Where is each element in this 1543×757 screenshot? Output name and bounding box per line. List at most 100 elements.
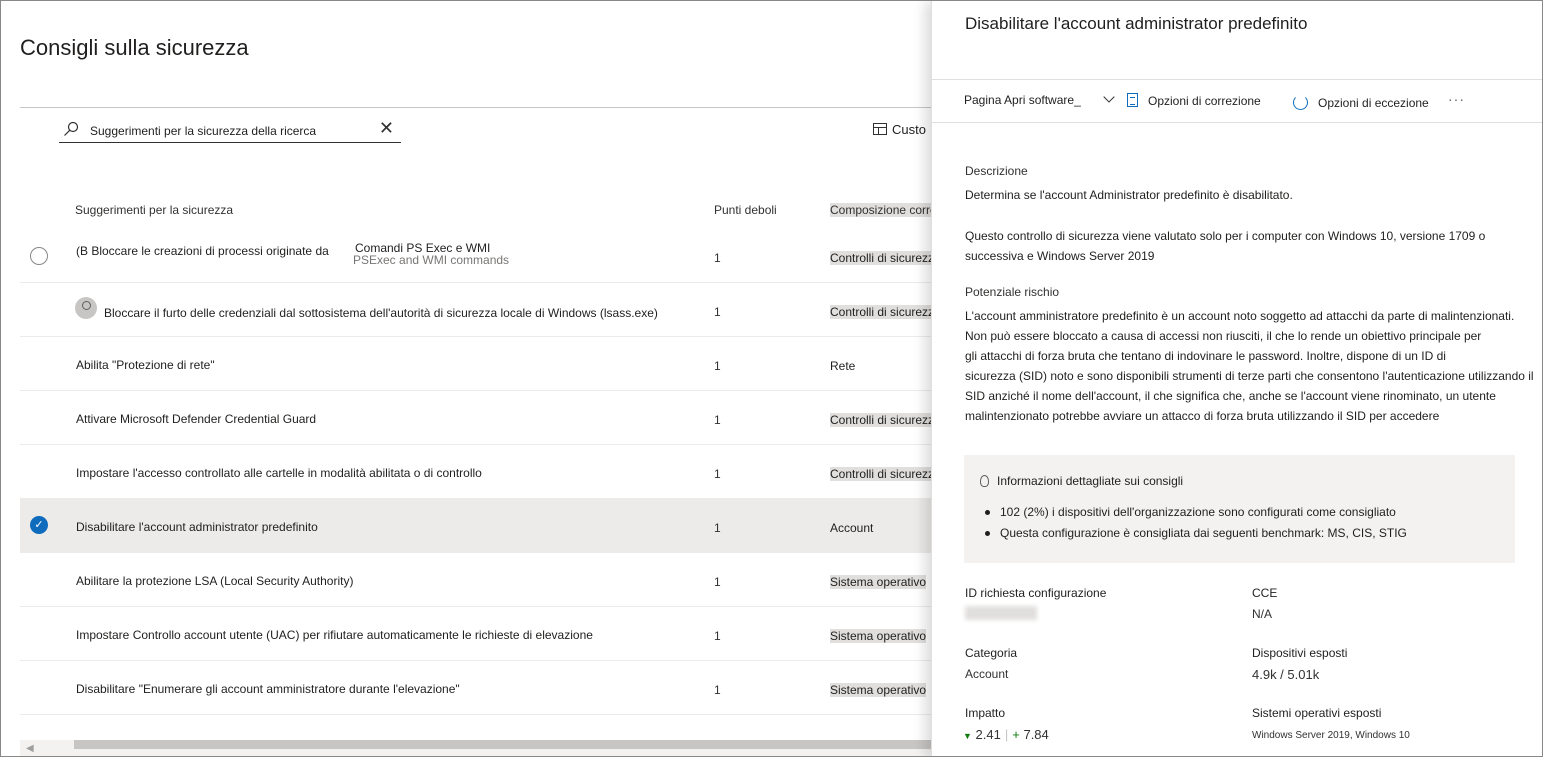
decrease-arrow-icon: ▼ [963, 731, 972, 741]
divider [20, 107, 940, 108]
row-weak: 1 [714, 305, 721, 319]
exposed-devices-value: 4.9k / 5.01k [1252, 667, 1320, 682]
row-weak: 1 [714, 467, 721, 481]
row-composition: Sistema operativo [830, 575, 927, 589]
row-composition: Controlli di sicurezza [830, 251, 941, 265]
user-avatar-icon [75, 297, 97, 319]
checkmark-icon[interactable]: ✓ [30, 516, 48, 534]
table-row[interactable]: Abilita "Protezione di rete" 1 Rete [20, 337, 940, 391]
insights-card: Informazioni dettagliate sui consigli 10… [964, 455, 1515, 563]
divider [932, 79, 1542, 80]
cce-label: CCE [1252, 586, 1278, 600]
category-label: Categoria [965, 646, 1018, 660]
risk-text: sicurezza (SID) noto e sono disponibili … [965, 369, 1534, 383]
list-item: 102 (2%) i dispositivi dell'organizzazio… [984, 502, 1407, 523]
exception-options-button[interactable]: Opzioni di eccezione [1293, 95, 1429, 110]
table-row[interactable]: Attivare Microsoft Defender Credential G… [20, 391, 949, 445]
table-row[interactable]: (B Bloccare le creazioni di processi ori… [20, 229, 941, 283]
underscore: _ [1074, 93, 1081, 107]
row-name: Impostare Controllo account utente (UAC)… [76, 628, 593, 642]
page-title: Consigli sulla sicurezza [20, 35, 249, 60]
table-row[interactable]: Bloccare il furto delle credenziali dal … [20, 283, 941, 337]
insights-heading: Informazioni dettagliate sui consigli [980, 474, 1183, 488]
search-icon [64, 121, 79, 136]
more-options-icon[interactable]: ··· [1448, 91, 1465, 107]
risk-text: gli attacchi di forza bruta che tentano … [965, 349, 1446, 363]
row-composition: Rete [830, 359, 856, 373]
horizontal-scrollbar[interactable]: ◀ [20, 740, 940, 756]
description-text: successiva e Windows Server 2019 [965, 249, 1155, 263]
row-name: Bloccare il furto delle credenziali dal … [104, 306, 658, 320]
row-name: Disabilitare l'account administrator pre… [76, 520, 318, 534]
row-name: Abilitare la protezione LSA (Local Secur… [76, 574, 354, 588]
insights-list: 102 (2%) i dispositivi dell'organizzazio… [984, 502, 1407, 544]
column-header-name[interactable]: Suggerimenti per la sicurezza [75, 203, 233, 217]
chevron-down-icon [1103, 91, 1115, 103]
separator: | [1004, 727, 1009, 742]
row-composition: Sistema operativo [830, 683, 927, 697]
exception-label: Opzioni di eccezione [1318, 96, 1429, 110]
search-input[interactable]: Suggerimenti per la sicurezza della rice… [59, 118, 401, 143]
search-value[interactable]: Suggerimenti per la sicurezza della rice… [90, 124, 316, 138]
list-item: Questa configurazione è consigliata dai … [984, 523, 1407, 544]
customize-label: Custo [892, 122, 926, 137]
row-weak: 1 [714, 413, 721, 427]
table-row[interactable]: Disabilitare "Enumerare gli account ammi… [20, 661, 940, 715]
risk-text: malintenzionato potrebbe avviare un atta… [965, 409, 1440, 423]
row-ghost-label: PSExec and WMI commands [353, 253, 510, 267]
columns-icon [873, 123, 887, 135]
row-weak: 1 [714, 359, 721, 373]
exposed-os-label: Sistemi operativi esposti [1252, 706, 1382, 720]
software-page-label: Pagina Apri software [964, 93, 1075, 107]
row-name: (B Bloccare le creazioni di processi ori… [76, 244, 329, 258]
remediation-options-button[interactable]: Opzioni di correzione [1127, 93, 1261, 108]
table-row[interactable]: Abilitare la protezione LSA (Local Secur… [20, 553, 940, 607]
row-name: Attivare Microsoft Defender Credential G… [76, 412, 317, 426]
table-row[interactable]: Impostare Controllo account utente (UAC)… [20, 607, 940, 661]
table-row-selected[interactable]: ✓ Disabilitare l'account administrator p… [20, 499, 940, 553]
row-weak: 1 [714, 521, 721, 535]
panel-title: Disabilitare l'account administrator pre… [965, 14, 1308, 33]
description-text: Questo controllo di sicurezza viene valu… [965, 229, 1486, 243]
row-weak: 1 [714, 683, 721, 697]
software-page-dropdown[interactable]: Pagina Apri software_ [964, 91, 1115, 107]
plus-icon: + [1012, 727, 1020, 742]
row-name: Impostare l'accesso controllato alle car… [76, 466, 482, 480]
impact-value: ▼ 2.41 | + 7.84 [963, 727, 1049, 742]
row-composition: Controlli di sicurezza [830, 305, 941, 319]
row-select-radio[interactable] [30, 247, 48, 265]
row-weak: 1 [714, 629, 721, 643]
details-panel: Disabilitare l'account administrator pre… [931, 1, 1542, 756]
row-composition: Sistema operativo [830, 629, 927, 643]
exposed-os-value: Windows Server 2019, Windows 10 [1252, 730, 1410, 741]
risk-text: L'account amministratore predefinito è u… [965, 309, 1515, 323]
row-composition: Account [830, 521, 874, 535]
table-row[interactable]: Impostare l'accesso controllato alle car… [20, 445, 949, 499]
lightbulb-icon [980, 475, 989, 487]
row-name: Disabilitare "Enumerare gli account ammi… [76, 682, 460, 696]
risk-text: Non può essere bloccato a causa di acces… [965, 329, 1482, 343]
scrollbar-thumb[interactable] [74, 740, 934, 749]
risk-heading: Potenziale rischio [965, 285, 1060, 299]
row-weak: 1 [714, 251, 721, 265]
config-id-label: ID richiesta configurazione [965, 586, 1107, 600]
row-name: Abilita "Protezione di rete" [76, 358, 215, 372]
column-header-weak[interactable]: Punti deboli [714, 203, 777, 217]
cce-value: N/A [1252, 607, 1273, 621]
impact-up-value: 7.84 [1023, 727, 1049, 742]
close-icon[interactable]: ✕ [379, 119, 394, 137]
description-heading: Descrizione [965, 164, 1028, 178]
row-weak: 1 [714, 575, 721, 589]
refresh-icon [1293, 95, 1308, 110]
remediation-label: Opzioni di correzione [1148, 94, 1261, 108]
window: Consigli sulla sicurezza Suggerimenti pe… [0, 0, 1543, 757]
exposed-devices-label: Dispositivi esposti [1252, 646, 1348, 660]
scroll-left-icon[interactable]: ◀ [26, 743, 34, 754]
risk-text: SID anziché il nome dell'account, il che… [965, 389, 1496, 403]
insights-heading-text: Informazioni dettagliate sui consigli [997, 474, 1184, 488]
impact-label: Impatto [965, 706, 1006, 720]
config-id-value-redacted [965, 606, 1037, 620]
description-text: Determina se l'account Administrator pre… [965, 188, 1293, 202]
customize-columns-button[interactable]: Custo [873, 122, 926, 137]
impact-down-value: 2.41 [975, 727, 1001, 742]
